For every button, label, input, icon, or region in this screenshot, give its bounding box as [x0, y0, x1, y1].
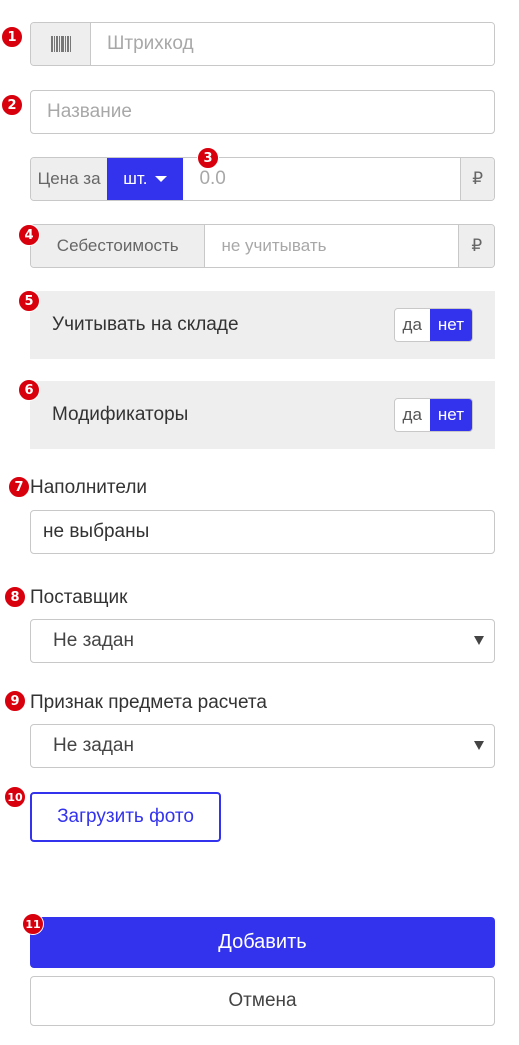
name-input[interactable]: [30, 90, 495, 134]
price-currency: ₽: [460, 158, 494, 200]
badge-2: 2: [1, 94, 23, 116]
badge-8: 8: [4, 586, 26, 608]
unit-label: шт.: [123, 169, 148, 188]
barcode-group: [30, 22, 495, 66]
modifiers-yes-button[interactable]: да: [394, 399, 430, 431]
calc-item-label: Признак предмета расчета: [30, 692, 267, 713]
badge-6: 6: [18, 379, 40, 401]
cost-input[interactable]: [205, 225, 459, 267]
modifiers-no-button[interactable]: нет: [429, 399, 472, 431]
price-input[interactable]: [183, 158, 461, 200]
select-arrow-icon: [474, 741, 484, 750]
supplier-value: Не задан: [53, 630, 134, 651]
modifiers-toggle: да нет: [393, 398, 473, 432]
upload-photo-button[interactable]: Загрузить фото: [30, 792, 221, 842]
stock-toggle: да нет: [393, 308, 473, 342]
modifiers-panel: Модификаторы да нет: [30, 381, 495, 449]
badge-7: 7: [8, 476, 30, 498]
supplier-label: Поставщик: [30, 587, 128, 608]
price-prefix: Цена за: [31, 158, 108, 200]
chevron-down-icon: [155, 176, 168, 182]
calc-item-value: Не задан: [53, 735, 134, 756]
badge-1: 1: [1, 26, 23, 48]
badge-3: 3: [197, 147, 219, 169]
fillers-field[interactable]: не выбраны: [30, 510, 495, 554]
stock-no-button[interactable]: нет: [429, 309, 472, 341]
fillers-label: Наполнители: [30, 477, 148, 498]
cancel-button[interactable]: Отмена: [30, 976, 495, 1026]
add-button[interactable]: Добавить: [30, 917, 495, 968]
cost-group: Себестоимость ₽: [30, 224, 495, 268]
barcode-input[interactable]: [91, 23, 494, 65]
stock-panel: Учитывать на складе да нет: [30, 291, 495, 359]
unit-dropdown-button[interactable]: шт.: [107, 158, 184, 200]
badge-5: 5: [18, 290, 40, 312]
price-group: Цена за шт. ₽: [30, 157, 495, 201]
modifiers-label: Модификаторы: [52, 404, 189, 425]
calc-item-select[interactable]: Не задан: [30, 724, 495, 768]
badge-11: 11: [22, 913, 44, 935]
stock-yes-button[interactable]: да: [394, 309, 430, 341]
cost-prefix: Себестоимость: [31, 225, 206, 267]
select-arrow-icon: [474, 636, 484, 645]
badge-4: 4: [18, 224, 40, 246]
badge-10: 10: [4, 786, 26, 808]
barcode-icon: [31, 23, 91, 65]
cost-currency: ₽: [458, 225, 494, 267]
supplier-select[interactable]: Не задан: [30, 619, 495, 663]
stock-label: Учитывать на складе: [52, 314, 239, 335]
badge-9: 9: [4, 690, 26, 712]
